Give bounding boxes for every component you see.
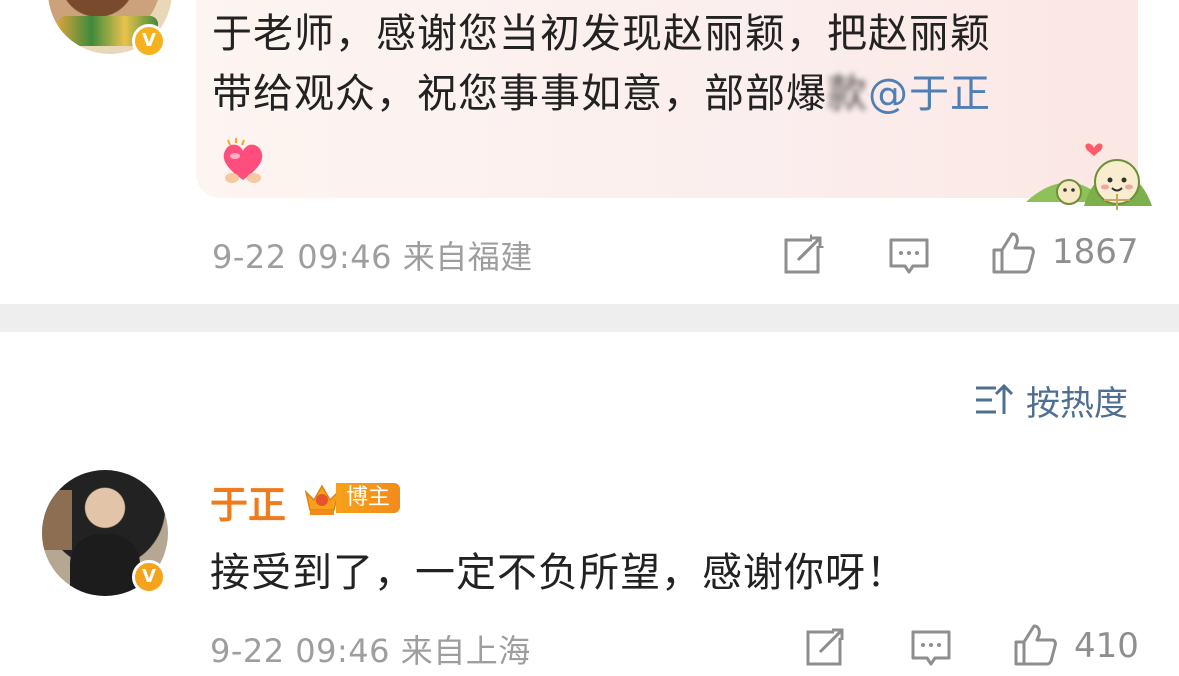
like-count: 410 — [1074, 626, 1139, 666]
avatar-background — [42, 490, 72, 550]
reply-text: 接受到了，一定不负所望，感谢你呀！ — [210, 550, 907, 596]
like-icon[interactable] — [1012, 622, 1058, 668]
comment-card-top: V 于老师，感谢您当初发现赵丽颖，把赵丽颖 带给观众，祝您事事如意，部部爆款@于… — [0, 0, 1179, 304]
share-icon[interactable] — [804, 624, 848, 668]
comment-meta: 9-22 09:46 来自福建 — [212, 232, 533, 278]
section-divider — [0, 304, 1179, 332]
like-icon[interactable] — [990, 230, 1036, 276]
sort-icon — [976, 383, 1014, 414]
like-count: 1867 — [1052, 232, 1139, 272]
sort-label: 按热度 — [1026, 383, 1128, 424]
avatar-figure — [70, 534, 140, 596]
verified-badge-icon: V — [132, 560, 166, 594]
reply-time: 9-22 09:46 — [210, 632, 391, 670]
comment-time: 9-22 09:46 — [212, 238, 393, 276]
verified-badge-icon: V — [132, 24, 166, 58]
mention-link[interactable]: @于正 — [868, 71, 991, 117]
comment-line-1: 于老师，感谢您当初发现赵丽颖，把赵丽颖 — [212, 11, 991, 57]
reply-meta: 9-22 09:46 来自上海 — [210, 626, 531, 672]
comment-icon[interactable] — [909, 626, 953, 670]
comment-line-2-text: 带给观众，祝您事事如意，部部爆 — [212, 71, 827, 117]
zongzi-sticker-icon — [1026, 143, 1152, 210]
blogger-badge: 博主 — [302, 478, 401, 518]
comment-location: 来自福建 — [402, 238, 533, 276]
heart-hands-emoji-icon — [223, 138, 263, 183]
blogger-label: 博主 — [336, 483, 401, 513]
sort-toggle[interactable]: 按热度 — [974, 378, 1128, 424]
comment-page: V 于老师，感谢您当初发现赵丽颖，把赵丽颖 带给观众，祝您事事如意，部部爆款@于… — [0, 0, 1179, 676]
comment-blurred-char: 款 — [827, 71, 868, 117]
reply-location: 来自上海 — [400, 632, 531, 670]
share-icon[interactable] — [782, 232, 826, 276]
comment-text: 于老师，感谢您当初发现赵丽颖，把赵丽颖 带给观众，祝您事事如意，部部爆款@于正 — [212, 4, 1112, 124]
comment-icon[interactable] — [887, 234, 931, 278]
username[interactable]: 于正 — [210, 474, 286, 529]
comment-line-2: 带给观众，祝您事事如意，部部爆款@于正 — [212, 64, 1112, 124]
